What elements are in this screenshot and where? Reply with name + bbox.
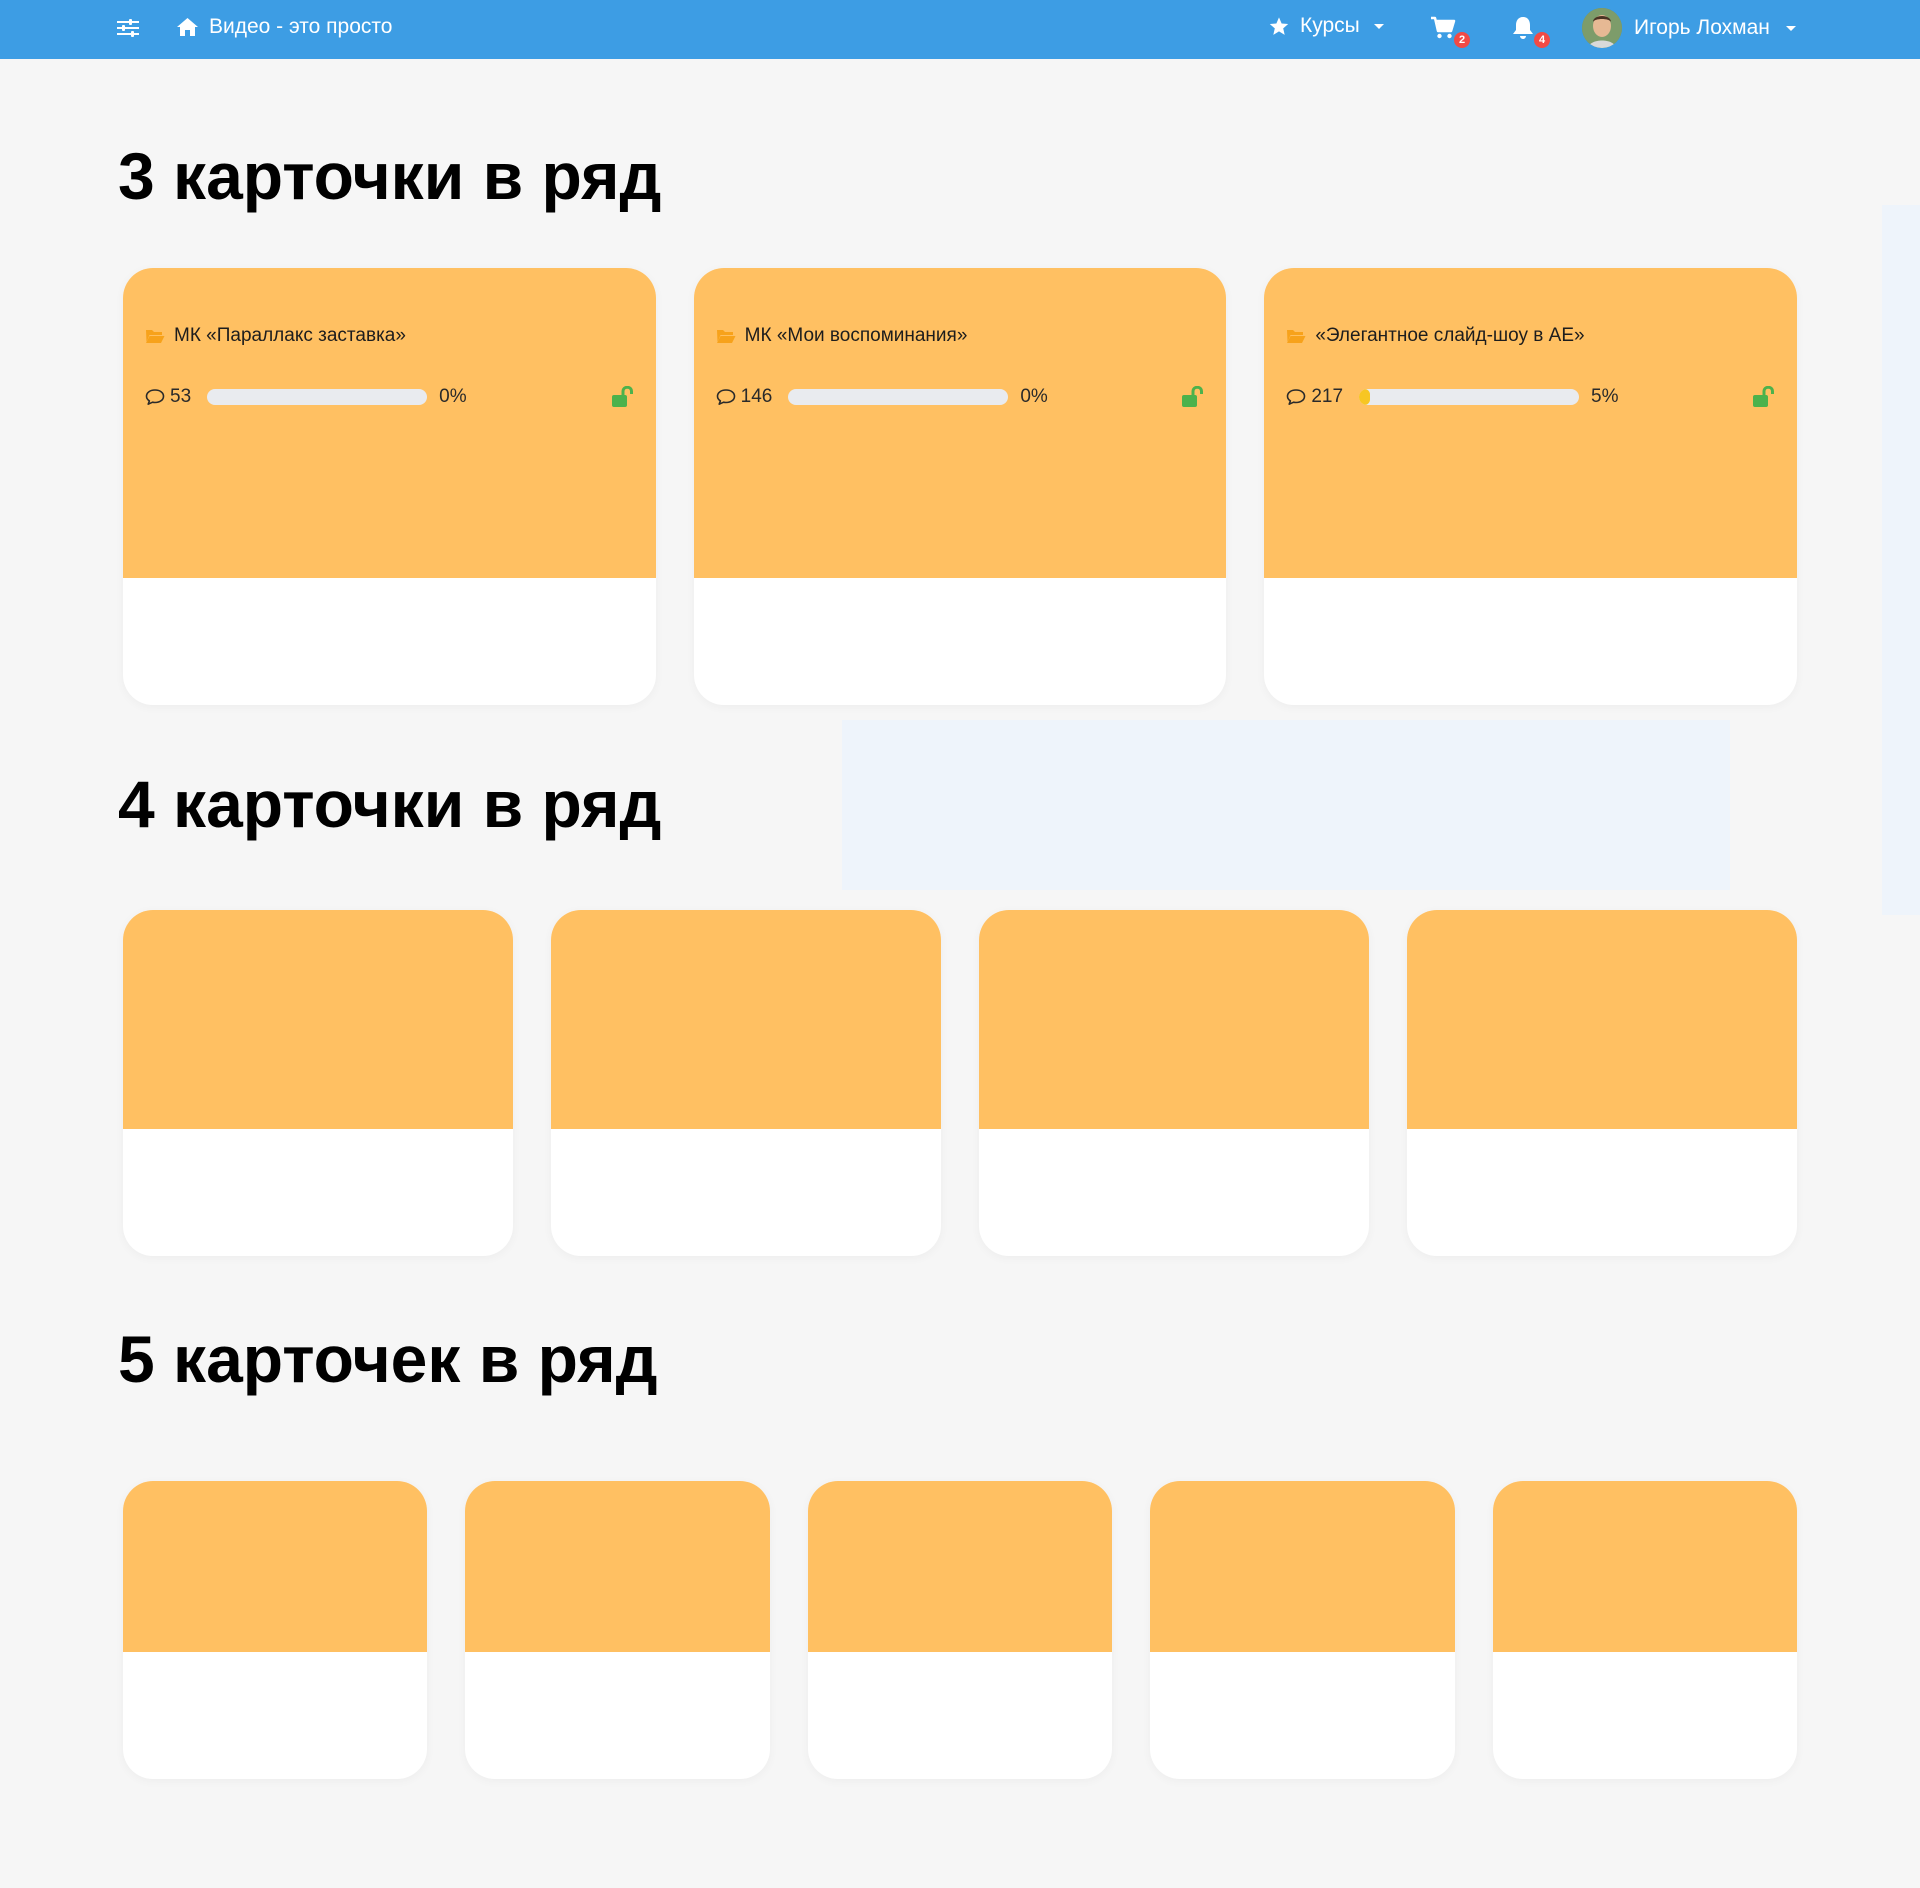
folder-open-icon	[716, 330, 736, 343]
course-thumbnail[interactable]	[1492, 1481, 1797, 1652]
course-thumbnail[interactable]	[1150, 1481, 1455, 1652]
comments-count[interactable]: 217	[1286, 386, 1343, 408]
course-thumbnail[interactable]	[123, 910, 513, 1129]
course-card[interactable]: МК «Параллакс заставка» 53 0%	[123, 268, 656, 705]
home-icon	[177, 18, 198, 36]
progress-percent: 0%	[439, 386, 467, 407]
course-thumbnail[interactable]	[1407, 910, 1797, 1129]
comments-count[interactable]: 146	[716, 386, 773, 408]
progress-fill	[1359, 389, 1371, 405]
course-thumbnail[interactable]	[123, 268, 656, 578]
brand-link[interactable]: Видео - это просто	[176, 15, 392, 39]
section-title: 4 карточки в ряд	[118, 767, 662, 841]
settings-sliders-icon[interactable]	[117, 18, 139, 38]
course-meta: 217 5%	[1286, 386, 1775, 408]
background-panel	[842, 720, 1730, 890]
progress-percent: 5%	[1591, 386, 1619, 407]
chevron-down-icon	[1373, 23, 1384, 29]
section-title: 5 карточек в ряд	[118, 1322, 658, 1396]
course-card[interactable]: «Быстрая анимация в AE»1140%	[979, 910, 1369, 1256]
course-title[interactable]: МК «Параллакс заставка»	[145, 325, 634, 347]
notifications-count-badge: 4	[1534, 32, 1550, 48]
course-thumbnail[interactable]	[465, 1481, 770, 1652]
progress-bar	[207, 389, 428, 405]
bell-icon	[1513, 17, 1533, 39]
course-card[interactable]: «Быстрая анимация в ...1140%	[465, 1481, 770, 1779]
course-meta: 146 0%	[716, 386, 1205, 408]
progress-bar	[788, 389, 1009, 405]
course-thumbnail[interactable]	[1264, 268, 1797, 578]
course-card[interactable]: «Мастер анимации в AE»4790%	[1407, 910, 1797, 1256]
courses-menu[interactable]: Курсы	[1268, 14, 1384, 38]
top-navbar: Видео - это просто Курсы 2 4 Игорь Лохма…	[0, 0, 1920, 59]
course-card[interactable]: МК «Мои воспоминания» 146 0%	[693, 268, 1227, 705]
course-thumbnail[interactable]	[807, 1481, 1113, 1652]
notifications-button[interactable]: 4	[1510, 16, 1550, 48]
course-title[interactable]: «Элегантное слайд-шоу в AE»	[1286, 325, 1775, 347]
unlock-icon	[611, 386, 633, 407]
brand-label: Видео - это просто	[209, 15, 393, 38]
section-title: 3 карточки в ряд	[118, 139, 662, 213]
chevron-down-icon	[1785, 25, 1796, 31]
course-card[interactable]: «Качественное видео з...460%	[1492, 1481, 1797, 1779]
comments-count-value: 53	[170, 386, 192, 407]
course-card[interactable]: «Магия шаблонов в AE»540%	[123, 1481, 428, 1779]
progress-bar	[1359, 389, 1580, 405]
comment-icon	[145, 389, 165, 405]
folder-open-icon	[146, 330, 165, 343]
background-panel	[1882, 205, 1920, 915]
comment-icon	[716, 389, 735, 405]
course-title-text: МК «Параллакс заставка»	[174, 325, 406, 346]
courses-label: Курсы	[1300, 14, 1360, 37]
course-thumbnail[interactable]	[123, 1481, 428, 1652]
cart-count-badge: 2	[1454, 32, 1470, 48]
unlock-icon	[1752, 386, 1774, 407]
course-thumbnail[interactable]	[551, 910, 941, 1129]
unlock-icon	[1182, 386, 1204, 407]
course-card[interactable]: «Мастер анимации в AE»4790%	[807, 1481, 1113, 1779]
comment-icon	[1287, 389, 1306, 405]
comments-count[interactable]: 53	[145, 386, 191, 408]
avatar	[1582, 8, 1622, 48]
course-title-text: «Элегантное слайд-шоу в AE»	[1315, 325, 1585, 346]
course-thumbnail[interactable]	[979, 910, 1369, 1129]
user-name: Игорь Лохман	[1634, 16, 1770, 39]
star-icon	[1269, 16, 1289, 35]
user-menu[interactable]: Игорь Лохман	[1582, 8, 1796, 48]
comments-count-value: 146	[740, 386, 773, 407]
course-thumbnail[interactable]	[693, 268, 1227, 578]
progress-percent: 0%	[1020, 386, 1048, 407]
course-meta: 53 0%	[145, 386, 634, 408]
course-card[interactable]: «Магия шаблонов в AE»540%	[551, 910, 941, 1256]
folder-open-icon	[1287, 330, 1306, 343]
course-card[interactable]: «Моя домашняя видео...1780%	[1150, 1481, 1455, 1779]
cart-button[interactable]: 2	[1430, 16, 1470, 48]
course-card[interactable]: МК «Умное видео»1480%	[123, 910, 513, 1256]
cart-icon	[1431, 16, 1456, 39]
course-title[interactable]: МК «Мои воспоминания»	[716, 325, 1205, 347]
course-card[interactable]: «Элегантное слайд-шоу в AE» 217 5%	[1264, 268, 1797, 705]
comments-count-value: 217	[1311, 386, 1344, 407]
course-title-text: МК «Мои воспоминания»	[744, 325, 968, 346]
